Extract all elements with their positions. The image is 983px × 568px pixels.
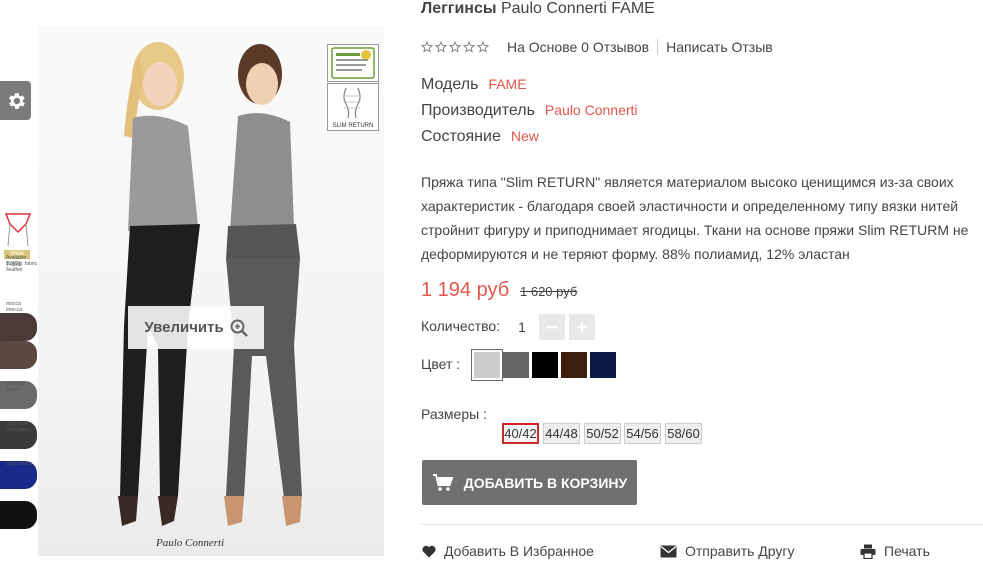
manufacturer-link[interactable]: Paulo Connerti	[545, 102, 638, 118]
send-to-friend-link[interactable]: Отправить Другу	[660, 543, 795, 559]
add-to-wishlist-link[interactable]: Добавить В Избранное	[422, 543, 594, 559]
zoom-in-icon	[230, 319, 248, 337]
settings-tab[interactable]	[0, 81, 31, 120]
quantity-minus-button[interactable]	[539, 314, 565, 340]
strip-swatch-label: black /black	[6, 461, 33, 467]
current-price: 1 194 руб	[421, 279, 510, 301]
heart-icon	[422, 545, 436, 557]
zoom-button[interactable]: Увеличить	[128, 306, 264, 349]
product-title: Леггинсы Paulo Connerti FAME	[421, 0, 655, 18]
add-to-cart-button[interactable]: ДОБАВИТЬ В КОРЗИНУ	[422, 460, 637, 505]
color-swatch[interactable]	[561, 352, 587, 378]
strip-swatch	[0, 313, 37, 341]
condition-row: Состояние New	[421, 128, 539, 146]
envelope-icon	[660, 545, 677, 557]
certificate-icon	[331, 47, 375, 79]
slim-return-label: SLIM RETURN	[332, 123, 374, 129]
manufacturer-row: Производитель Paulo Connerti	[421, 102, 638, 120]
product-name: Paulo Connerti FAME	[500, 0, 655, 17]
condition-label: Состояние	[421, 128, 501, 145]
product-description: Пряжа типа "Slim RETURN" является матери…	[421, 174, 969, 262]
brand-signature: Paulo Connerti	[156, 537, 225, 549]
size-option[interactable]: 50/52	[584, 423, 621, 444]
quantity-label: Количество:	[421, 318, 501, 334]
star-empty-icon	[463, 41, 475, 53]
size-option[interactable]: 44/48	[543, 423, 580, 444]
star-empty-icon	[435, 41, 447, 53]
color-swatch[interactable]	[471, 349, 503, 381]
color-swatch[interactable]	[532, 352, 558, 378]
model-value[interactable]: FAME	[488, 76, 526, 92]
cart-icon	[432, 473, 454, 491]
product-image-area: Wide T-371 Available colours: fabric /le…	[0, 0, 398, 568]
strip-swatch	[0, 501, 37, 529]
color-swatch[interactable]	[590, 352, 616, 378]
rating-row: На Основе 0 Отзывов Написать Отзыв	[421, 39, 773, 55]
zoom-label: Увеличить	[144, 319, 224, 336]
print-link[interactable]: Печать	[860, 543, 930, 559]
manufacturer-label: Производитель	[421, 102, 535, 119]
send-friend-label: Отправить Другу	[685, 543, 795, 559]
gear-icon	[8, 92, 25, 109]
printer-icon	[860, 544, 876, 559]
star-empty-icon	[421, 41, 433, 53]
strip-swatch-label: Available colours: fabric /leather	[6, 255, 38, 273]
old-price: 1 620 руб	[520, 284, 578, 299]
strip-swatch-label: fumo /fumo	[6, 341, 32, 347]
write-review-link[interactable]: Написать Отзыв	[666, 39, 773, 55]
color-swatch[interactable]	[503, 352, 529, 378]
minus-icon	[547, 326, 557, 329]
strip-swatch-label: navy blue /navy blue	[6, 421, 29, 433]
wishlist-label: Добавить В Избранное	[444, 543, 594, 559]
strip-swatch-label: melange /black	[6, 381, 26, 393]
quantity-input[interactable]: 1	[509, 314, 535, 340]
product-category: Леггинсы	[421, 0, 497, 17]
add-to-cart-label: ДОБАВИТЬ В КОРЗИНУ	[463, 474, 628, 491]
rating-stars	[421, 41, 489, 53]
condition-value: New	[510, 128, 539, 144]
plus-icon	[577, 322, 587, 332]
print-label: Печать	[884, 543, 930, 559]
model-label: Модель	[421, 76, 479, 93]
size-option[interactable]: 54/56	[624, 423, 661, 444]
strip-swatch-label: mocca /mocca	[6, 301, 23, 313]
colour-strip: Available colours: fabric /leather mocca …	[0, 205, 38, 545]
size-option[interactable]: 40/42	[502, 423, 539, 444]
quantity-plus-button[interactable]	[569, 314, 595, 340]
size-label: Размеры :	[421, 406, 487, 422]
reviews-link[interactable]: На Основе 0 Отзывов	[507, 39, 649, 55]
star-empty-icon	[449, 41, 461, 53]
slim-return-badge: SLIM RETURN	[327, 83, 379, 131]
divider	[421, 524, 983, 525]
model-row: Модель FAME	[421, 76, 527, 94]
slim-return-icon	[343, 87, 361, 119]
size-option[interactable]: 58/60	[665, 423, 702, 444]
certificate-badge	[327, 44, 379, 82]
divider	[657, 39, 659, 55]
color-label: Цвет :	[421, 356, 461, 372]
star-empty-icon	[477, 41, 489, 53]
